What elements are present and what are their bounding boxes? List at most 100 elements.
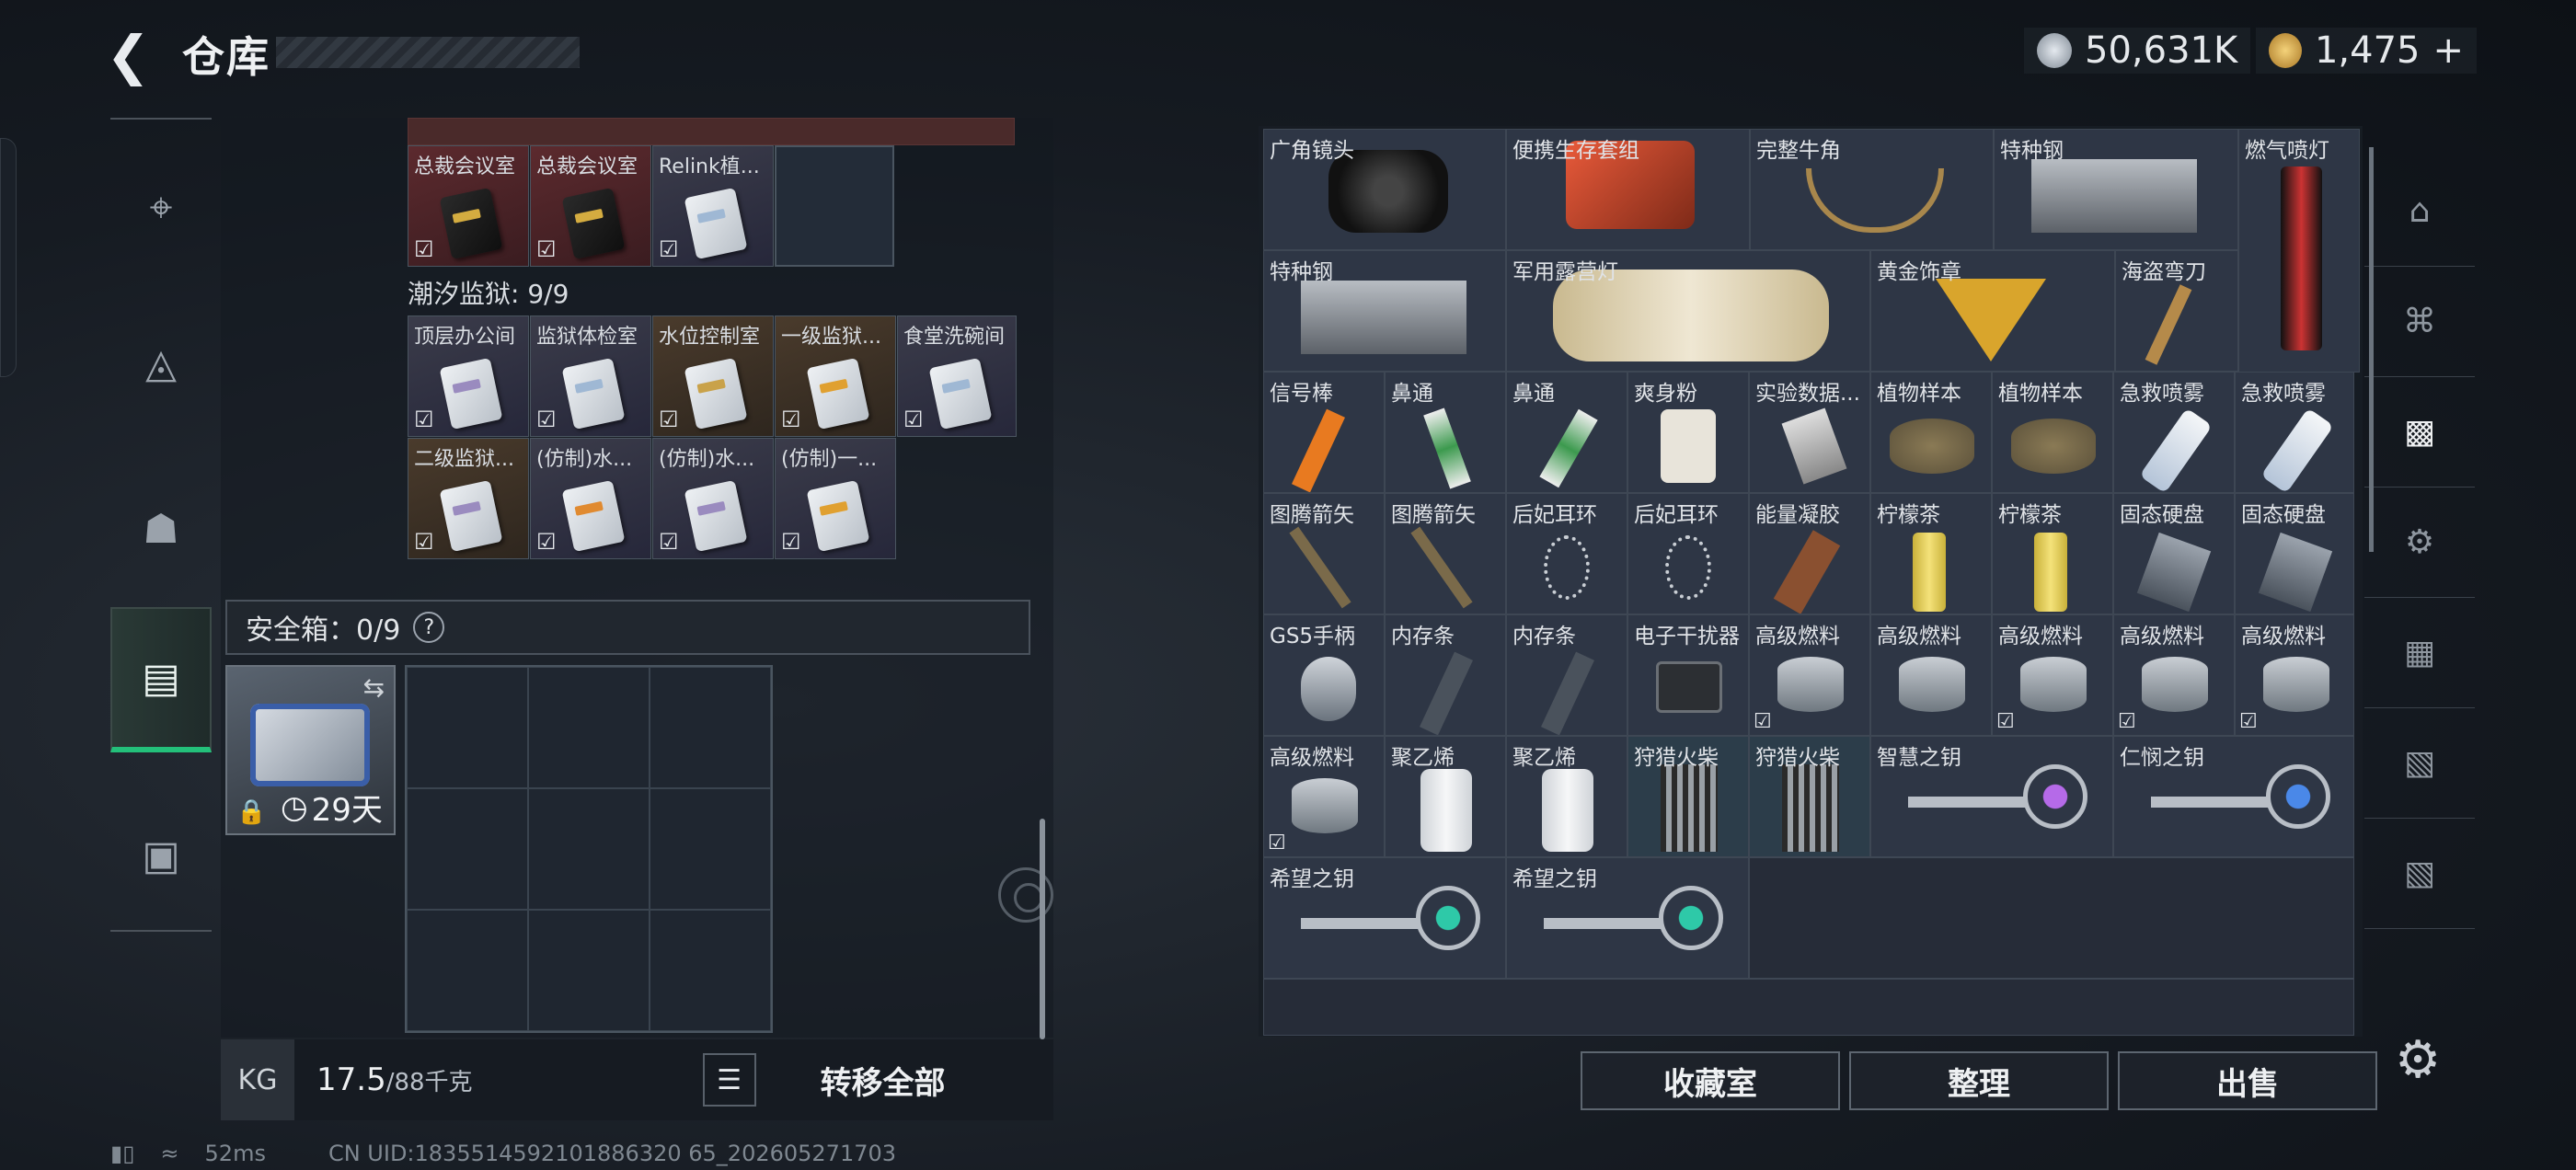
item-cell[interactable]: 仁悯之钥 xyxy=(2113,736,2354,857)
empty-slot[interactable] xyxy=(775,145,894,267)
item-cell[interactable]: 燃气喷灯 xyxy=(2238,129,2360,373)
item-card[interactable]: (仿制)一... ☑ xyxy=(775,438,896,559)
vest-icon[interactable]: ◬ xyxy=(110,313,212,414)
safebox-slot[interactable] xyxy=(528,788,650,910)
organize-button[interactable]: 整理 xyxy=(1849,1051,2109,1110)
item-cell[interactable]: 狩猎火柴 xyxy=(1749,736,1870,857)
wifi-icon: ≈ xyxy=(160,1141,179,1166)
item-cell[interactable]: 高级燃料 ☑ xyxy=(1992,614,2113,736)
item-cell[interactable]: 海盗弯刀 xyxy=(2115,250,2238,372)
item-cell[interactable]: 急救喷雾 xyxy=(2235,372,2354,493)
gti-tools-icon[interactable]: ⚙ xyxy=(2364,488,2475,598)
sell-button[interactable]: 出售 xyxy=(2118,1051,2377,1110)
item-cell[interactable]: 鼻通 xyxy=(1385,372,1506,493)
item-cell[interactable]: 黄金饰章 xyxy=(1870,250,2115,372)
currency-gold[interactable]: 1,475 + xyxy=(2256,28,2477,74)
safebox-slot[interactable] xyxy=(407,667,528,788)
item-card[interactable]: 二级监狱... ☑ xyxy=(408,438,529,559)
item-cell[interactable]: 图腾箭矢 xyxy=(1385,493,1506,614)
item-card[interactable]: 顶层办公间 ☑ xyxy=(408,315,529,437)
item-cell[interactable]: 智慧之钥 xyxy=(1870,736,2113,857)
right-scrollbar[interactable] xyxy=(2369,147,2374,552)
item-cell[interactable]: 高级燃料 ☑ xyxy=(2235,614,2354,736)
item-cell[interactable]: 急救喷雾 xyxy=(2113,372,2235,493)
safebox-slot[interactable] xyxy=(407,910,528,1031)
vehicle-icon[interactable]: ▧ xyxy=(2364,708,2475,819)
safebox-slot[interactable] xyxy=(407,788,528,910)
item-cell[interactable]: 能量凝胶 xyxy=(1749,493,1870,614)
safebox-slot[interactable] xyxy=(528,910,650,1031)
item-card[interactable]: 总裁会议室 ☑ xyxy=(530,145,651,267)
item-cell[interactable]: 爽身粉 xyxy=(1627,372,1749,493)
item-cell[interactable]: GS5手柄 xyxy=(1263,614,1385,736)
item-card[interactable]: (仿制)水... ☑ xyxy=(652,438,774,559)
safebox-slot[interactable] xyxy=(650,910,771,1031)
item-card[interactable]: 一级监狱... ☑ xyxy=(775,315,896,437)
no-bind-icon: ☑ xyxy=(2118,710,2136,733)
locker-icon[interactable]: ▤ xyxy=(110,607,212,752)
item-cell[interactable]: 植物样本 xyxy=(1870,372,1992,493)
list-icon[interactable]: ☰ xyxy=(702,1053,756,1107)
item-cell[interactable]: 军用露营灯 xyxy=(1506,250,1870,372)
item-cell[interactable]: 植物样本 xyxy=(1992,372,2113,493)
item-cell[interactable]: 特种钢 xyxy=(1263,250,1506,372)
item-cell[interactable]: 高级燃料 ☑ xyxy=(1263,736,1385,857)
item-cell[interactable]: 高级燃料 xyxy=(1870,614,1992,736)
item-card[interactable]: 监狱体检室 ☑ xyxy=(530,315,651,437)
gti-selected-icon[interactable]: ▩ xyxy=(2364,377,2475,488)
item-cell[interactable]: 柠檬茶 xyxy=(1992,493,2113,614)
prison-section-label: 潮汐监狱: 9/9 xyxy=(408,279,569,309)
item-cell[interactable]: 固态硬盘 xyxy=(2235,493,2354,614)
warehouse-icon[interactable]: ⌂ xyxy=(2364,156,2475,267)
item-cell[interactable]: 信号棒 xyxy=(1263,372,1385,493)
safebox-container[interactable]: ⇆ 🔒 ◷ 29天 xyxy=(225,665,396,835)
transfer-all-button[interactable]: 转移全部 xyxy=(821,1058,946,1103)
item-cell[interactable]: 后妃耳环 xyxy=(1506,493,1627,614)
backpack-icon[interactable]: ☗ xyxy=(110,478,212,579)
joystick-target-icon[interactable] xyxy=(998,867,1053,923)
item-card[interactable]: Relink植... ☑ xyxy=(652,145,774,267)
item-card[interactable]: 食堂洗碗间 ☑ xyxy=(897,315,1017,437)
item-cell[interactable]: 希望之钥 xyxy=(1263,857,1506,979)
no-bind-icon: ☑ xyxy=(1268,832,1286,855)
item-card[interactable]: (仿制)水... ☑ xyxy=(530,438,651,559)
item-cell[interactable]: 图腾箭矢 xyxy=(1263,493,1385,614)
item-card[interactable]: 水位控制室 ☑ xyxy=(652,315,774,437)
item-cell[interactable]: 固态硬盘 xyxy=(2113,493,2235,614)
item-card[interactable]: 总裁会议室 ☑ xyxy=(408,145,529,267)
no-bind-icon: ☑ xyxy=(414,236,434,262)
item-cell[interactable]: 柠檬茶 xyxy=(1870,493,1992,614)
pistol-icon[interactable]: ⌖ xyxy=(110,156,212,258)
item-cell[interactable]: 实验数据... xyxy=(1749,372,1870,493)
item-cell[interactable]: 聚乙烯 xyxy=(1385,736,1506,857)
swap-icon[interactable]: ⇆ xyxy=(363,672,385,703)
gti-rifle-icon[interactable]: ⌘ xyxy=(2364,267,2475,377)
gti-box-icon[interactable]: ▦ xyxy=(2364,598,2475,708)
item-cell[interactable]: 鼻通 xyxy=(1506,372,1627,493)
status-bar: ▮▯ ≈ 52ms CN UID:1835514592101886320 65_… xyxy=(110,1141,896,1166)
left-scrollbar[interactable] xyxy=(1040,819,1045,1039)
item-cell[interactable]: 完整牛角 xyxy=(1750,129,1994,250)
toolbox-icon[interactable]: ▣ xyxy=(110,805,212,906)
item-cell[interactable]: 狩猎火柴 xyxy=(1627,736,1749,857)
item-cell[interactable]: 希望之钥 xyxy=(1506,857,1749,979)
item-cell[interactable]: 特种钢 xyxy=(1994,129,2238,250)
item-cell[interactable]: 高级燃料 ☑ xyxy=(2113,614,2235,736)
add-currency-icon[interactable]: + xyxy=(2432,29,2464,72)
item-cell[interactable]: 内存条 xyxy=(1506,614,1627,736)
collection-button[interactable]: 收藏室 xyxy=(1581,1051,1840,1110)
safebox-slot[interactable] xyxy=(528,667,650,788)
gear-icon[interactable]: ⚙ xyxy=(2395,1030,2441,1090)
item-cell[interactable]: 后妃耳环 xyxy=(1627,493,1749,614)
back-arrow-icon[interactable]: ❮ xyxy=(106,28,161,83)
item-cell[interactable]: 广角镜头 xyxy=(1263,129,1506,250)
safebox-slot[interactable] xyxy=(650,788,771,910)
vehicle-alt-icon[interactable]: ▧ xyxy=(2364,819,2475,929)
help-icon[interactable]: ? xyxy=(413,612,445,643)
safebox-slot[interactable] xyxy=(650,667,771,788)
item-cell[interactable]: 电子干扰器 xyxy=(1627,614,1749,736)
item-cell[interactable]: 高级燃料 ☑ xyxy=(1749,614,1870,736)
item-cell[interactable]: 便携生存套组 xyxy=(1506,129,1750,250)
item-cell[interactable]: 内存条 xyxy=(1385,614,1506,736)
item-cell[interactable]: 聚乙烯 xyxy=(1506,736,1627,857)
